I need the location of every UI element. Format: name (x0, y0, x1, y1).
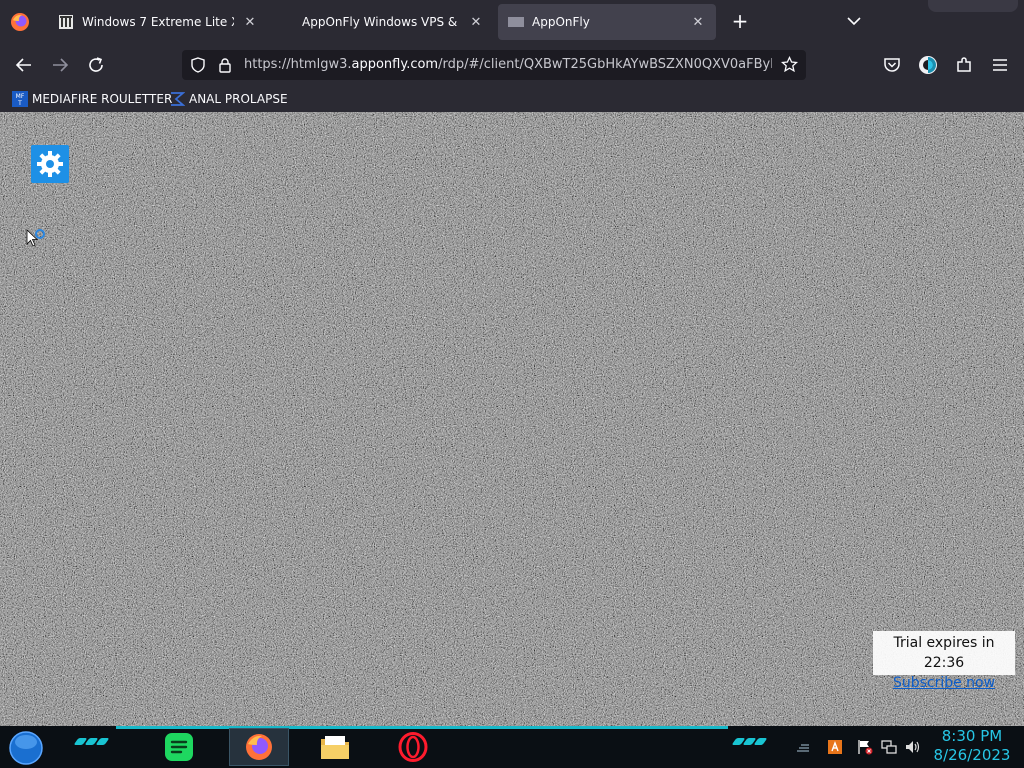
mediafire-icon: MF T (12, 91, 28, 107)
bookmark-anal-prolapse[interactable]: ANAL PROLAPSE (169, 90, 288, 108)
reload-button[interactable] (84, 53, 108, 77)
new-tab-button[interactable]: + (729, 10, 751, 32)
clock-date: 8/26/2023 (933, 746, 1011, 764)
url-bar[interactable]: https://htmlgw3.apponfly.com/rdp/#/clien… (182, 50, 806, 80)
static-noise-background (0, 112, 1024, 726)
url-host: apponfly.com (351, 57, 439, 72)
forward-button[interactable] (48, 53, 72, 77)
start-button[interactable] (8, 730, 44, 766)
firefox-icon (246, 734, 272, 760)
close-icon[interactable]: ✕ (242, 15, 258, 30)
menu-icon (993, 59, 1007, 71)
extensions-icon (957, 57, 971, 72)
clock[interactable]: 8:30 PM 8/26/2023 (930, 727, 1014, 765)
bookmark-label: ANAL PROLAPSE (189, 92, 288, 106)
taskbar: 8:30 PM 8/26/2023 (0, 726, 1024, 768)
trial-expires-text: Trial expires in 22:36 (893, 635, 995, 671)
archive-icon (59, 15, 73, 29)
taskbar-opera[interactable] (396, 730, 430, 764)
url-prefix: https://htmlgw3. (244, 57, 352, 72)
back-button[interactable] (12, 53, 36, 77)
window-controls[interactable] (928, 0, 1018, 12)
back-icon (15, 58, 31, 72)
firefox-icon[interactable] (10, 12, 30, 32)
shield-icon[interactable] (190, 57, 206, 73)
tab-apponfly[interactable]: AppOnFly ✕ (498, 4, 716, 40)
subscribe-link[interactable]: Subscribe now (877, 673, 1011, 693)
settings-desktop-icon[interactable] (31, 145, 69, 183)
taskbar-notes-app[interactable] (162, 730, 196, 764)
extensions-button[interactable] (952, 53, 976, 77)
bookmarks-toolbar: MF T MEDIAFIRE ROULETTER ANAL PROLAPSE (0, 86, 1024, 112)
close-icon[interactable]: ✕ (690, 15, 706, 30)
navigation-bar: https://htmlgw3.apponfly.com/rdp/#/clien… (0, 44, 1024, 86)
folder-icon (321, 736, 349, 759)
tray-app-icon[interactable] (827, 739, 843, 755)
extension-circle-icon (919, 56, 937, 74)
pocket-icon (884, 58, 900, 72)
tab-windows7[interactable]: Windows 7 Extreme Lite X 86 : I ✕ (48, 4, 268, 40)
chevron-down-icon[interactable] (845, 12, 863, 30)
sigma-icon (171, 92, 185, 106)
network-icon[interactable] (881, 739, 897, 755)
app-menu-button[interactable] (988, 53, 1012, 77)
taskbar-file-explorer[interactable] (318, 730, 352, 764)
taskbar-accent-stripe (116, 726, 728, 729)
trial-notice: Trial expires in 22:36 Subscribe now (873, 631, 1015, 691)
tab-title: AppOnFly (532, 15, 590, 29)
bookmark-label: MEDIAFIRE ROULETTER (32, 92, 173, 106)
close-icon[interactable]: ✕ (468, 15, 484, 30)
notes-icon (165, 733, 193, 761)
lock-icon[interactable] (218, 57, 232, 73)
svg-text:MF: MF (16, 93, 25, 100)
account-button[interactable] (916, 53, 940, 77)
action-center-flag-icon[interactable] (857, 739, 873, 755)
taskbar-decoration-right (731, 738, 768, 750)
reload-icon (89, 57, 103, 72)
url-path: /rdp/#/client/QXBwT25GbHkAYwBSZXN0QXV0aF… (438, 57, 772, 72)
show-hidden-icons-icon[interactable] (795, 739, 811, 755)
url-text: https://htmlgw3.apponfly.com/rdp/#/clien… (244, 57, 772, 72)
forward-icon (53, 58, 69, 72)
tab-title: AppOnFly Windows VPS & Clo (302, 15, 460, 29)
remote-desktop-view[interactable]: Trial expires in 22:36 Subscribe now (0, 112, 1024, 726)
tab-title: Windows 7 Extreme Lite X 86 : I (82, 15, 234, 29)
star-icon[interactable] (781, 56, 798, 73)
volume-icon[interactable] (905, 739, 921, 755)
opera-icon (398, 732, 428, 762)
bookmark-mediafire[interactable]: MF T MEDIAFIRE ROULETTER (12, 90, 172, 108)
tab-strip: Windows 7 Extreme Lite X 86 : I ✕ AppOnF… (0, 0, 1024, 44)
busy-cursor-icon (26, 229, 45, 247)
pocket-button[interactable] (880, 53, 904, 77)
gear-icon (37, 151, 63, 177)
svg-text:T: T (17, 100, 22, 107)
remote-desktop-icon (508, 17, 524, 27)
taskbar-firefox[interactable] (242, 730, 276, 764)
clock-time: 8:30 PM (941, 727, 1003, 745)
tab-apponfly-vps[interactable]: AppOnFly Windows VPS & Clo ✕ (292, 4, 494, 40)
taskbar-decoration-left (73, 738, 110, 750)
